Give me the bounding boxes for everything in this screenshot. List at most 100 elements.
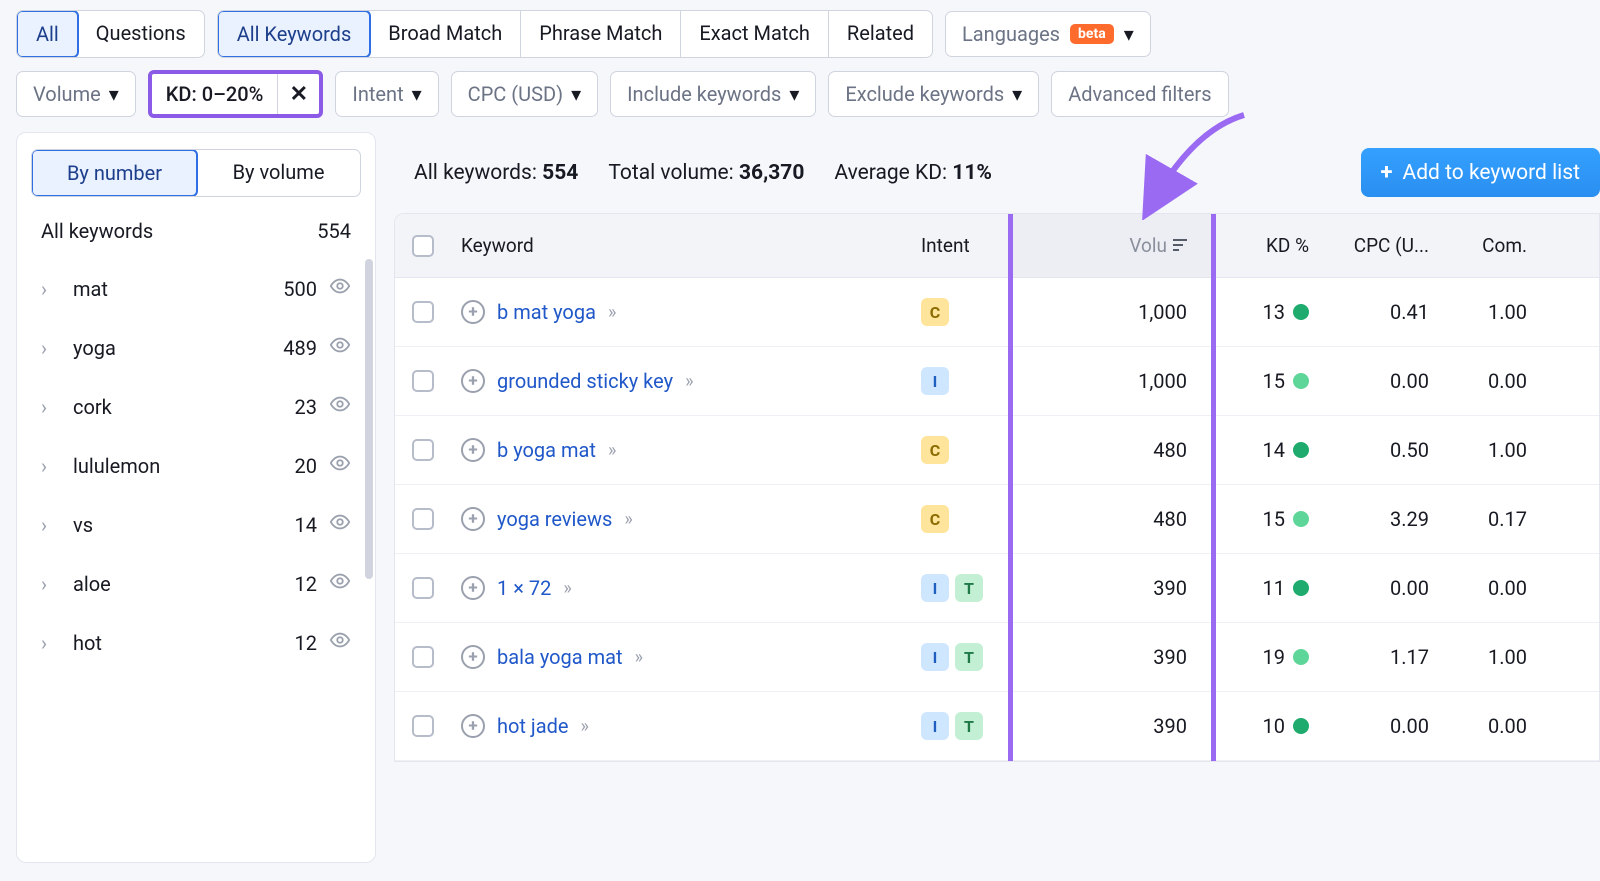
chevron-right-icon: › — [41, 277, 59, 301]
sort-by-number[interactable]: By number — [31, 149, 198, 197]
row-checkbox[interactable] — [412, 715, 434, 737]
tab-exact-match[interactable]: Exact Match — [681, 11, 829, 57]
cell-cpc: 0.00 — [1321, 349, 1441, 413]
open-serp-icon[interactable]: » — [624, 509, 628, 530]
sidebar-item[interactable]: ›hot12 — [17, 613, 375, 672]
row-checkbox[interactable] — [412, 439, 434, 461]
tab-all-keywords[interactable]: All Keywords — [217, 10, 372, 58]
filter-exclude[interactable]: Exclude keywords ▾ — [828, 71, 1039, 117]
intent-badge-i: I — [921, 574, 949, 602]
sidebar-sort-toggle: By number By volume — [31, 149, 361, 197]
add-keyword-icon[interactable]: + — [461, 576, 485, 600]
open-serp-icon[interactable]: » — [685, 371, 689, 392]
summary-all-label: All keywords: — [414, 161, 537, 185]
cell-cpc: 3.29 — [1321, 487, 1441, 551]
th-cpc[interactable]: CPC (U... — [1321, 214, 1441, 277]
filter-volume[interactable]: Volume ▾ — [16, 71, 136, 117]
filter-cpc[interactable]: CPC (USD) ▾ — [451, 71, 598, 117]
add-keyword-icon[interactable]: + — [461, 300, 485, 324]
th-kd[interactable]: KD % — [1211, 214, 1321, 277]
sidebar-item[interactable]: ›aloe12 — [17, 554, 375, 613]
filter-kd-label[interactable]: KD: 0–20% — [152, 74, 278, 114]
open-serp-icon[interactable]: » — [635, 647, 639, 668]
sidebar-item[interactable]: ›cork23 — [17, 377, 375, 436]
add-keyword-icon[interactable]: + — [461, 438, 485, 462]
sidebar-all-keywords-row[interactable]: All keywords 554 — [17, 203, 375, 259]
row-checkbox[interactable] — [412, 577, 434, 599]
sidebar-scrollthumb[interactable] — [365, 259, 373, 579]
cell-cpc: 0.41 — [1321, 280, 1441, 344]
cell-intent: I — [911, 347, 1011, 415]
th-intent[interactable]: Intent — [911, 214, 1011, 277]
cell-volume: 480 — [1011, 418, 1211, 482]
tab-phrase-match[interactable]: Phrase Match — [521, 11, 681, 57]
sidebar-item[interactable]: ›yoga489 — [17, 318, 375, 377]
eye-icon[interactable] — [329, 511, 351, 538]
open-serp-icon[interactable]: » — [608, 440, 612, 461]
kd-difficulty-dot — [1293, 373, 1309, 389]
sidebar-item[interactable]: ›vs14 — [17, 495, 375, 554]
chevron-down-icon: ▾ — [1124, 22, 1134, 46]
open-serp-icon[interactable]: » — [563, 578, 567, 599]
cell-com: 0.00 — [1441, 556, 1541, 620]
cell-com: 0.17 — [1441, 487, 1541, 551]
keyword-link[interactable]: 1 × 72 — [497, 576, 551, 600]
add-keyword-icon[interactable]: + — [461, 369, 485, 393]
cell-com: 1.00 — [1441, 418, 1541, 482]
th-com[interactable]: Com. — [1441, 214, 1541, 277]
eye-icon[interactable] — [329, 452, 351, 479]
eye-icon[interactable] — [329, 629, 351, 656]
keyword-link[interactable]: grounded sticky key — [497, 369, 673, 393]
eye-icon[interactable] — [329, 393, 351, 420]
open-serp-icon[interactable]: » — [580, 716, 584, 737]
summary-stats: All keywords: 554 Total volume: 36,370 A… — [414, 161, 992, 185]
add-keyword-icon[interactable]: + — [461, 714, 485, 738]
tab-broad-match[interactable]: Broad Match — [370, 11, 521, 57]
tab-questions[interactable]: Questions — [78, 11, 204, 57]
beta-badge: beta — [1070, 24, 1114, 44]
th-keyword[interactable]: Keyword — [451, 214, 911, 277]
row-checkbox[interactable] — [412, 508, 434, 530]
eye-icon[interactable] — [329, 275, 351, 302]
chevron-down-icon: ▾ — [1012, 82, 1022, 106]
filter-row: Volume ▾ KD: 0–20% ✕ Intent ▾ CPC (USD) … — [0, 66, 1600, 132]
table-row: +1 × 72»IT390110.000.00 — [395, 554, 1599, 623]
tab-related[interactable]: Related — [829, 11, 932, 57]
filter-intent[interactable]: Intent ▾ — [335, 71, 438, 117]
tab-all[interactable]: All — [16, 10, 79, 58]
filter-kd-remove[interactable]: ✕ — [277, 74, 319, 114]
keyword-groups-sidebar: By number By volume All keywords 554 ›ma… — [16, 132, 376, 863]
row-checkbox[interactable] — [412, 301, 434, 323]
cell-intent: IT — [911, 692, 1011, 760]
summary-row: All keywords: 554 Total volume: 36,370 A… — [394, 132, 1600, 213]
sidebar-item[interactable]: ›lululemon20 — [17, 436, 375, 495]
row-checkbox[interactable] — [412, 646, 434, 668]
filter-intent-label: Intent — [352, 82, 403, 106]
kd-difficulty-dot — [1293, 511, 1309, 527]
add-to-keyword-list-button[interactable]: + Add to keyword list — [1361, 148, 1600, 197]
add-keyword-icon[interactable]: + — [461, 645, 485, 669]
th-volume[interactable]: Volu — [1011, 214, 1211, 277]
eye-icon[interactable] — [329, 570, 351, 597]
sidebar-scrollbar[interactable] — [365, 259, 373, 862]
languages-dropdown[interactable]: Languages beta ▾ — [945, 11, 1151, 57]
sort-by-volume[interactable]: By volume — [197, 150, 360, 196]
match-type-toggle: All Keywords Broad Match Phrase Match Ex… — [217, 10, 933, 58]
keyword-link[interactable]: bala yoga mat — [497, 645, 623, 669]
sidebar-item[interactable]: ›mat500 — [17, 259, 375, 318]
open-serp-icon[interactable]: » — [608, 302, 612, 323]
keyword-link[interactable]: b yoga mat — [497, 438, 596, 462]
keyword-link[interactable]: yoga reviews — [497, 507, 612, 531]
cell-intent: C — [911, 416, 1011, 484]
chevron-down-icon: ▾ — [789, 82, 799, 106]
languages-label: Languages — [962, 22, 1060, 46]
add-keyword-icon[interactable]: + — [461, 507, 485, 531]
keyword-link[interactable]: hot jade — [497, 714, 568, 738]
keyword-link[interactable]: b mat yoga — [497, 300, 596, 324]
summary-all-value: 554 — [542, 161, 578, 185]
filter-include[interactable]: Include keywords ▾ — [610, 71, 816, 117]
row-checkbox[interactable] — [412, 370, 434, 392]
filter-advanced[interactable]: Advanced filters — [1051, 71, 1228, 117]
select-all-checkbox[interactable] — [412, 235, 434, 257]
eye-icon[interactable] — [329, 334, 351, 361]
